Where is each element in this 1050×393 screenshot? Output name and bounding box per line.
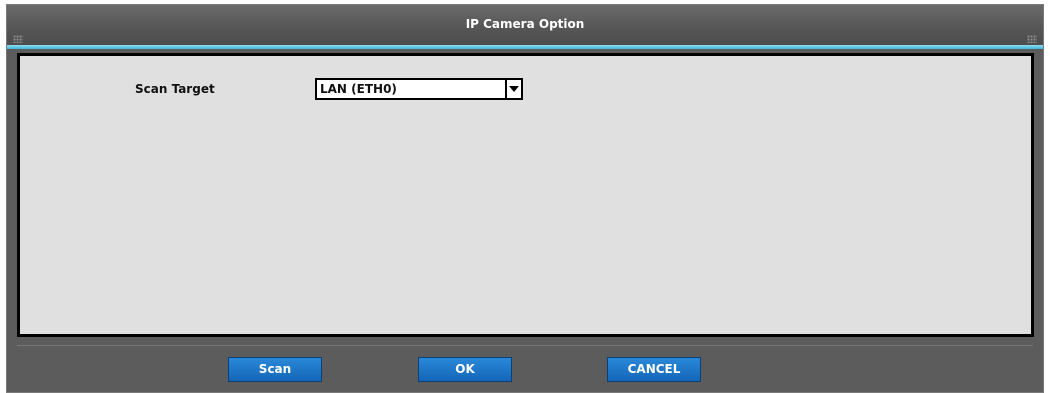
scan-target-value: LAN (ETH0) — [320, 82, 397, 96]
chevron-down-icon[interactable] — [505, 80, 521, 98]
dialog-title: IP Camera Option — [465, 17, 585, 31]
ip-camera-option-dialog: IP Camera Option Scan Target LAN (ETH0) … — [6, 4, 1044, 393]
title-bar[interactable]: IP Camera Option — [7, 5, 1043, 45]
title-accent-bar — [7, 45, 1043, 49]
scan-button[interactable]: Scan — [228, 357, 322, 382]
options-panel: Scan Target LAN (ETH0) — [17, 53, 1034, 337]
grip-right-icon — [1027, 35, 1037, 43]
footer-divider — [17, 345, 1033, 346]
scan-target-label: Scan Target — [135, 82, 215, 96]
cancel-button[interactable]: CANCEL — [607, 357, 701, 382]
scan-target-select[interactable]: LAN (ETH0) — [315, 78, 523, 100]
ok-button[interactable]: OK — [418, 357, 512, 382]
grip-left-icon — [13, 35, 23, 43]
